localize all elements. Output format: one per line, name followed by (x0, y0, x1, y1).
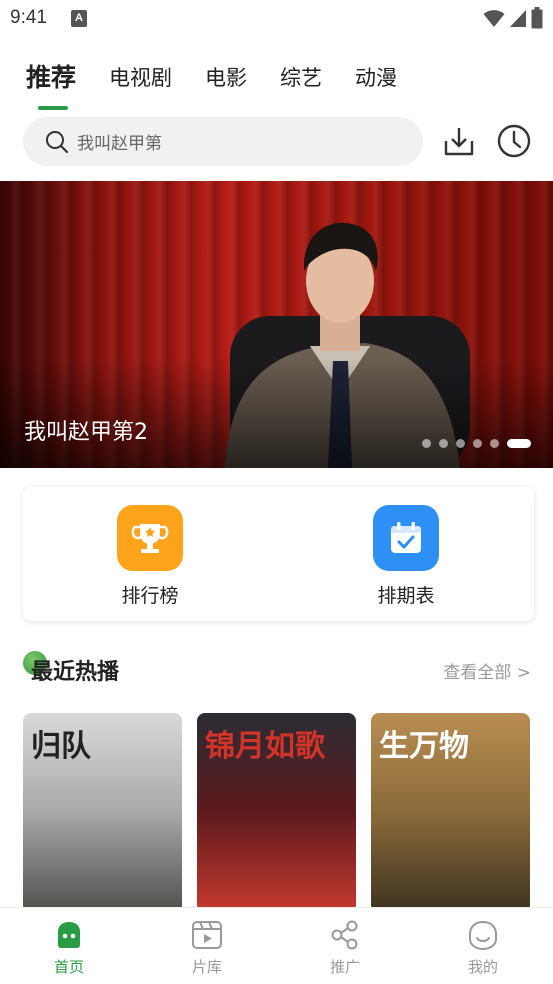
recent-hot-header: 最近热播 查看全部 > (23, 648, 533, 688)
status-time: 9:41 (10, 7, 47, 28)
poster-title: 归队 (31, 729, 91, 764)
carousel-indicator (422, 439, 531, 448)
search-placeholder: 我叫赵甲第 (77, 134, 162, 154)
poster-card[interactable]: 归队 (23, 713, 182, 913)
tab-label: 综艺 (280, 66, 323, 90)
download-button[interactable] (441, 123, 477, 159)
category-tabs: 推荐 电视剧 电影 综艺 动漫 (26, 56, 430, 110)
signal-icon (510, 10, 526, 27)
home-icon (58, 922, 80, 948)
wifi-icon (483, 10, 505, 27)
clock-icon (497, 124, 531, 158)
poster-row: 归队 锦月如歌 生万物 (23, 713, 533, 913)
trophy-icon (117, 505, 183, 571)
carousel-dot[interactable] (422, 439, 431, 448)
shortcut-label: 排行榜 (121, 585, 179, 607)
search-icon (46, 130, 69, 153)
carousel-dot[interactable] (439, 439, 448, 448)
tab-anime[interactable]: 动漫 (355, 56, 397, 92)
tab-label: 动漫 (355, 66, 398, 90)
nav-label: 推广 (329, 958, 360, 976)
carousel-dot[interactable] (490, 439, 499, 448)
film-library-icon (192, 921, 222, 949)
schedule-shortcut[interactable]: 排期表 (351, 505, 461, 608)
nav-library[interactable]: 片库 (167, 918, 247, 977)
poster-title: 锦月如歌 (205, 729, 325, 764)
ranking-shortcut[interactable]: 排行榜 (95, 505, 205, 608)
carousel-dot[interactable] (473, 439, 482, 448)
tab-label: 电影 (205, 66, 248, 90)
active-tab-indicator (38, 106, 68, 110)
section-title: 最近热播 (31, 660, 120, 685)
banner-gradient (0, 358, 553, 468)
profile-icon (469, 920, 497, 951)
bottom-navigation: 首页 片库 推广 我的 (0, 907, 553, 984)
tab-tv-series[interactable]: 电视剧 (109, 56, 172, 92)
view-all-link[interactable]: 查看全部 > (443, 658, 531, 683)
nav-home[interactable]: 首页 (29, 918, 109, 977)
tab-movies[interactable]: 电影 (205, 56, 247, 92)
poster-card[interactable]: 生万物 (371, 713, 530, 913)
tab-label: 推荐 (26, 63, 77, 92)
banner-title: 我叫赵甲第2 (24, 420, 148, 445)
history-button[interactable] (496, 123, 532, 159)
nav-label: 片库 (191, 958, 222, 976)
carousel-dot-active[interactable] (507, 439, 531, 448)
poster-title: 生万物 (379, 729, 469, 764)
shortcut-label: 排期表 (377, 585, 435, 607)
status-bar: 9:41 A (0, 0, 553, 38)
nav-promote[interactable]: 推广 (305, 918, 385, 977)
calendar-check-icon (373, 505, 439, 571)
battery-icon (531, 7, 543, 29)
nav-profile[interactable]: 我的 (443, 918, 523, 977)
nav-label: 我的 (467, 958, 498, 976)
tab-label: 电视剧 (109, 66, 173, 90)
poster-card[interactable]: 锦月如歌 (197, 713, 356, 913)
tab-recommended[interactable]: 推荐 (26, 56, 77, 110)
download-icon (444, 128, 474, 156)
status-icons (483, 7, 543, 29)
shortcut-card: 排行榜 排期表 (23, 487, 534, 621)
hero-banner[interactable]: 我叫赵甲第2 (0, 181, 553, 468)
nav-label: 首页 (53, 958, 84, 976)
share-icon (331, 920, 358, 950)
carousel-dot[interactable] (456, 439, 465, 448)
search-bar[interactable]: 我叫赵甲第 (23, 117, 423, 166)
notification-badge-icon: A (71, 10, 87, 27)
tab-variety[interactable]: 综艺 (280, 56, 322, 92)
